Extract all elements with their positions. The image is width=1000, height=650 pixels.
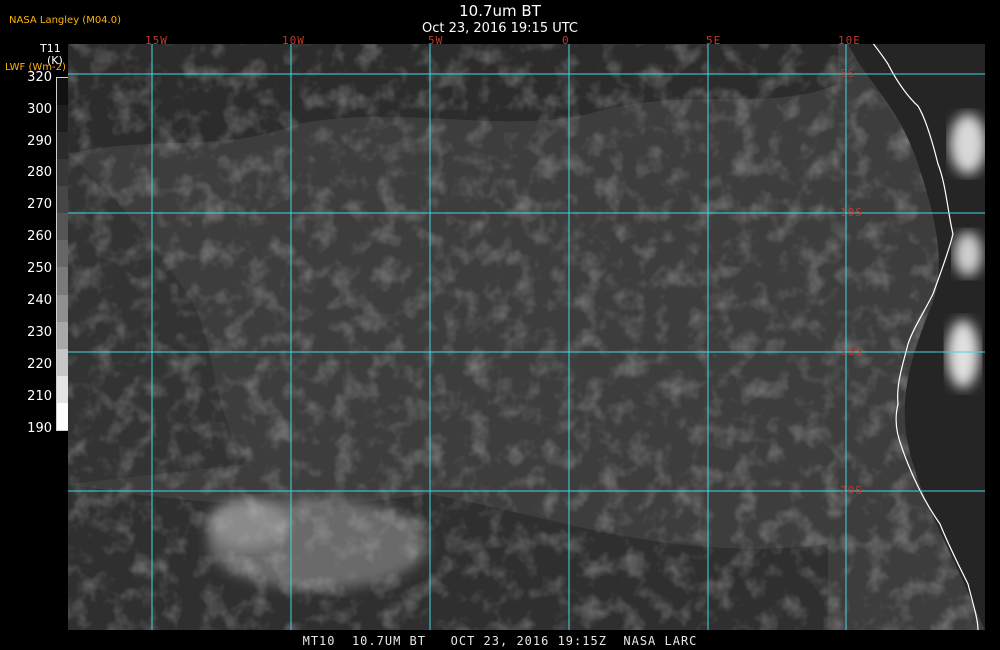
longitude-label: 5W: [428, 34, 444, 47]
colorbar-tick-label: 320: [27, 70, 52, 85]
land-convective-cloud-2: [954, 232, 982, 276]
colorbar-tick-label: 190: [27, 421, 52, 436]
colorbar-tick-label: 280: [27, 165, 52, 180]
agency-label: NASA Langley (M04.0): [9, 15, 121, 26]
colorbar-tick-label: 230: [27, 325, 52, 340]
longitude-label: 0: [562, 34, 570, 47]
longitude-label: 10W: [282, 34, 305, 47]
colorbar-tick-label: 300: [27, 102, 52, 117]
land-convective-cloud-1: [950, 114, 985, 174]
latitude-label: 15S: [840, 345, 863, 358]
satellite-map: [68, 44, 985, 630]
colorbar-tick-label: 290: [27, 134, 52, 149]
colorbar-tick-label: 220: [27, 357, 52, 372]
colorbar-tick-label: 260: [27, 229, 52, 244]
longitude-label: 10E: [838, 34, 861, 47]
cloud-texture: [68, 44, 985, 630]
colorbar-tick-label: 250: [27, 261, 52, 276]
land-convective-cloud-3: [947, 320, 979, 388]
colorbar-tick-label: 270: [27, 197, 52, 212]
map-canvas: [68, 44, 985, 630]
longitude-label: 15W: [145, 34, 168, 47]
image-title: 10.7um BT: [459, 2, 541, 20]
latitude-label: 10S: [840, 206, 863, 219]
longitude-label: 5E: [706, 34, 722, 47]
colorbar-tick-label: 210: [27, 389, 52, 404]
latitude-label: 5S: [840, 67, 856, 80]
colorbar-tick-label: 240: [27, 293, 52, 308]
footer-caption: MT10 10.7UM BT OCT 23, 2016 19:15Z NASA …: [302, 634, 698, 648]
latitude-label: 20S: [840, 484, 863, 497]
